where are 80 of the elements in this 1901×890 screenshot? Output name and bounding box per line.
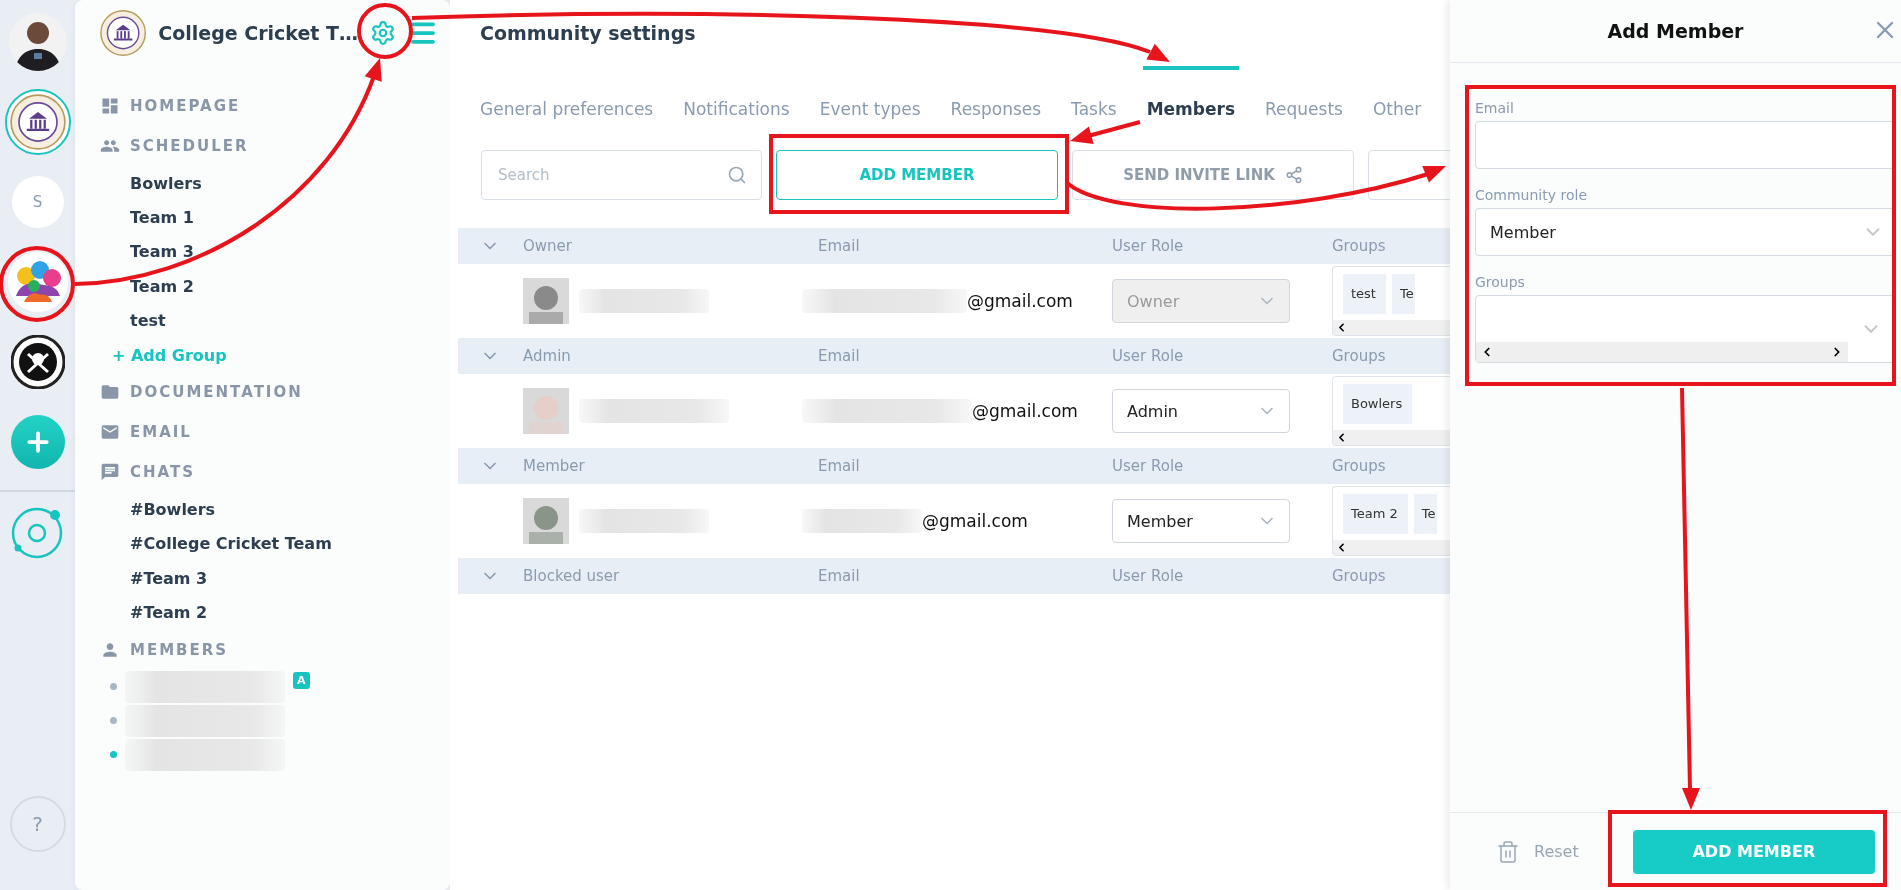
nav-item[interactable]: Team 3 <box>100 234 450 270</box>
column-header: Email <box>818 237 861 255</box>
community-logo-icon <box>100 9 147 57</box>
nav-section[interactable]: EMAIL <box>130 423 192 442</box>
column-header: Email <box>818 567 861 585</box>
role-select[interactable]: Member <box>1475 208 1895 256</box>
settings-tab[interactable]: Tasks <box>1071 66 1117 120</box>
add-member-button[interactable]: ADD MEMBER <box>776 150 1058 200</box>
nav-section[interactable]: SCHEDULER <box>130 137 249 155</box>
field-label: Groups <box>1475 274 1525 290</box>
help-button[interactable]: ? <box>9 796 66 852</box>
page-title: Community settings <box>480 21 696 45</box>
column-header: User Role <box>1112 237 1185 255</box>
role-badge: A <box>293 671 310 689</box>
reset-button[interactable]: Reset <box>1496 839 1579 864</box>
nav-item[interactable]: #Team 2 <box>100 595 450 630</box>
submit-button[interactable]: ADD MEMBER <box>1632 829 1875 874</box>
group-chip: Bowlers <box>1343 383 1413 424</box>
column-header: Groups <box>1332 567 1387 585</box>
group-chip: Te <box>1413 493 1437 534</box>
group-chip: Team 2 <box>1343 493 1408 534</box>
nav-item[interactable]: #Team 3 <box>100 561 450 596</box>
annotation-arrow <box>1070 120 1141 144</box>
nav-section[interactable]: HOMEPAGE <box>130 97 241 115</box>
column-header: User Role <box>1112 567 1185 585</box>
nav-item[interactable]: Team 1 <box>100 200 450 235</box>
settings-tab[interactable]: Notifications <box>683 66 790 120</box>
group-chip: test <box>1343 273 1386 314</box>
invite-link-button[interactable]: SEND INVITE LINK <box>1072 150 1354 200</box>
email-text: @gmail.com <box>972 401 1078 421</box>
search-input[interactable]: Search <box>496 165 727 185</box>
groups-field[interactable]: Bowlers <box>1332 376 1450 446</box>
add-community-button[interactable] <box>10 415 65 469</box>
nav-item[interactable]: Team 2 <box>100 269 450 304</box>
groups-field[interactable]: test Te <box>1332 266 1450 336</box>
groups-field[interactable]: Team 2 Te <box>1332 486 1450 556</box>
column-header: Groups <box>1332 237 1387 255</box>
settings-tab[interactable]: Responses <box>950 66 1042 120</box>
nav-section[interactable]: CHATS <box>130 463 196 482</box>
nav-item[interactable]: Bowlers <box>100 166 450 201</box>
crest-icon <box>10 335 65 389</box>
field-label: Email <box>1475 100 1514 116</box>
panel-title: Add Member <box>1607 20 1744 42</box>
role-select[interactable]: Member <box>1112 499 1290 543</box>
column-header: Email <box>818 347 861 365</box>
dashboard-icon <box>100 96 120 116</box>
community-title: College Cricket T… <box>158 22 358 44</box>
role-select[interactable]: Admin <box>1112 389 1290 433</box>
nav-section[interactable]: DOCUMENTATION <box>130 383 303 402</box>
column-header: Groups <box>1332 347 1387 365</box>
column-header: Groups <box>1332 457 1387 475</box>
share-icon <box>1284 166 1303 184</box>
search-field[interactable]: Search <box>481 150 762 200</box>
university-logo-icon <box>9 94 66 150</box>
settings-tab[interactable]: Event types <box>819 66 921 120</box>
column-header: Email <box>818 457 861 475</box>
column-header: User Role <box>1112 347 1185 365</box>
email-text: @gmail.com <box>967 291 1073 311</box>
nav-item[interactable]: #College Cricket Team <box>100 526 450 562</box>
nav-item[interactable]: test <box>100 303 450 338</box>
settings-tab[interactable]: Requests <box>1265 66 1343 120</box>
column-header: Member <box>523 457 586 475</box>
add-group-link[interactable]: + Add Group <box>100 337 227 373</box>
settings-tab[interactable]: Other <box>1372 66 1422 120</box>
trash-icon <box>1496 839 1520 864</box>
highlight-circle <box>357 3 413 59</box>
column-header: Owner <box>523 237 573 255</box>
email-field[interactable] <box>1475 121 1895 169</box>
field-label: Community role <box>1475 187 1587 203</box>
email-text: @gmail.com <box>922 511 1028 531</box>
search-icon <box>727 165 747 185</box>
community-item[interactable]: S <box>4 169 71 235</box>
nav-item[interactable]: #Bowlers <box>100 492 450 527</box>
column-header: User Role <box>1112 457 1185 475</box>
group-chip: Te <box>1391 273 1415 314</box>
nav-section[interactable]: MEMBERS <box>130 640 229 659</box>
column-header: Blocked user <box>523 567 621 585</box>
settings-tab[interactable]: General preferences <box>480 66 654 120</box>
community-avatar[interactable]: S <box>11 176 64 228</box>
column-header: Admin <box>523 347 572 365</box>
